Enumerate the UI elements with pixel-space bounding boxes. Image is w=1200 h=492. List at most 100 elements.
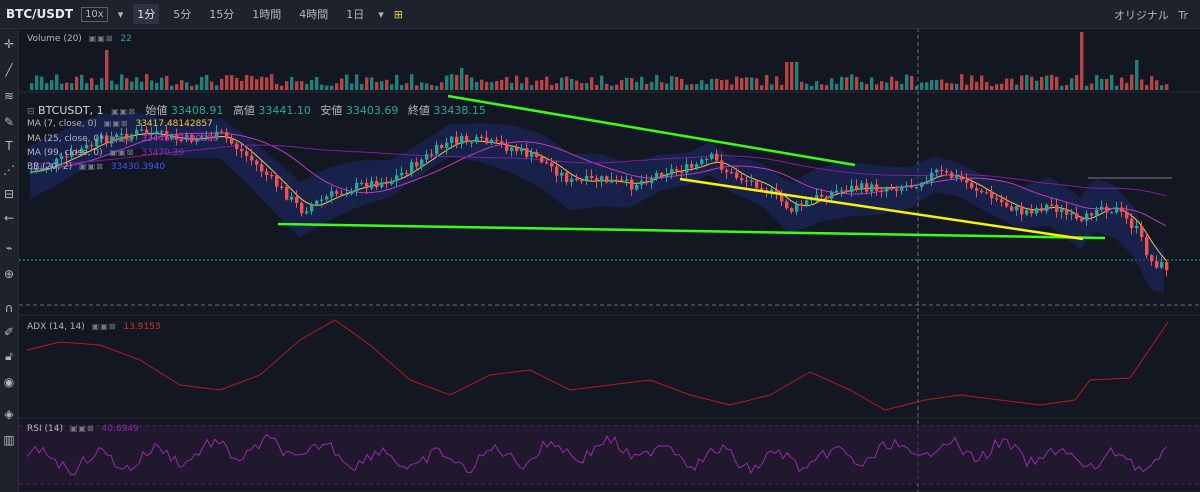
volume-bar	[675, 77, 679, 90]
bb-settings-icon[interactable]: ▣▣⊠	[79, 162, 104, 171]
timeframe-5m[interactable]: 5分	[169, 4, 195, 24]
volume-bar	[1045, 75, 1049, 90]
volume-bar	[565, 76, 569, 90]
sidebar-toggle-icon[interactable]: ⊟	[27, 107, 35, 117]
candle-body	[660, 173, 664, 177]
candle-body	[1120, 207, 1124, 212]
timeframe-1h[interactable]: 1時間	[248, 4, 285, 24]
timeframe-1m[interactable]: 1分	[133, 4, 160, 24]
candle-body	[795, 203, 799, 212]
ma7-legend: MA (7, close, 0) ▣▣⊠ 33417.48142857	[27, 119, 213, 129]
chart-canvas[interactable]	[19, 29, 1200, 492]
volume-bar	[1060, 85, 1064, 90]
volume-bar	[120, 74, 124, 90]
candle-body	[330, 191, 334, 197]
indicator-icon[interactable]: ⊞	[394, 8, 403, 21]
pencil-lock-icon[interactable]: ✐	[0, 325, 18, 339]
volume-bar	[870, 77, 874, 90]
leverage-badge[interactable]: 10x	[81, 6, 108, 22]
candle-body	[525, 148, 529, 157]
timeframe-15m[interactable]: 15分	[205, 4, 238, 24]
timeframe-dropdown-icon[interactable]: ▾	[378, 8, 384, 21]
candle-body	[410, 162, 414, 174]
volume-bar	[1155, 80, 1159, 90]
volume-label: Volume (20)	[27, 34, 82, 44]
chart-style-tradingview[interactable]: Tr	[1178, 9, 1188, 22]
ma99-settings-icon[interactable]: ▣▣⊠	[109, 148, 134, 157]
candle-body	[420, 159, 424, 167]
chevron-down-icon[interactable]: ▾	[118, 8, 124, 21]
magnet-icon[interactable]: ∩	[0, 301, 18, 315]
volume-bar	[335, 83, 339, 90]
volume-bar	[1020, 75, 1024, 90]
rsi-settings-icon[interactable]: ▣▣⊠	[70, 424, 95, 433]
adx-settings-icon[interactable]: ▣▣⊠	[92, 322, 117, 331]
symbol-settings-icon[interactable]: ▣▣⊠	[111, 107, 136, 116]
timeframe-1d[interactable]: 1日	[342, 4, 368, 24]
measure-icon[interactable]: ⊟	[0, 187, 18, 201]
candle-body	[875, 184, 879, 191]
volume-bar	[85, 83, 89, 90]
volume-bar	[785, 62, 789, 90]
ma25-settings-icon[interactable]: ▣▣⊠	[109, 134, 134, 143]
low-label: 安値	[320, 104, 343, 117]
candle-body	[645, 180, 649, 184]
volume-bar	[775, 76, 779, 90]
volume-bar	[945, 82, 949, 90]
layers-icon[interactable]: ◈	[0, 407, 18, 421]
open-value: 33408.91	[170, 104, 224, 117]
candle-body	[865, 183, 869, 192]
candle-body	[325, 196, 329, 200]
candle-body	[470, 142, 474, 144]
rsi-legend: RSI (14) ▣▣⊠ 40.6949	[27, 424, 139, 434]
ma7-value: 33417.48142857	[135, 119, 213, 129]
volume-bar	[515, 75, 519, 90]
ma7-settings-icon[interactable]: ▣▣⊠	[104, 119, 129, 128]
volume-bar	[1140, 79, 1144, 90]
volume-bar	[495, 81, 499, 90]
chart-style-original[interactable]: オリジナル	[1114, 9, 1169, 22]
candle-body	[840, 190, 844, 192]
candle-body	[545, 162, 549, 164]
text-icon[interactable]: T	[0, 139, 18, 153]
volume-bar	[125, 78, 129, 90]
volume-bar	[270, 74, 274, 90]
adx-line	[26, 319, 1169, 411]
brush-icon[interactable]: ✎	[0, 115, 18, 129]
lock-icon[interactable]: 🔓︎	[0, 349, 18, 363]
volume-bar	[935, 80, 939, 90]
candle-body	[520, 148, 524, 152]
back-arrow-icon[interactable]: ←	[0, 211, 18, 225]
trend-line-icon[interactable]: ╱	[0, 63, 18, 77]
candle-body	[1105, 206, 1109, 213]
candle-body	[515, 147, 519, 152]
pattern-icon[interactable]: ⋰	[0, 163, 18, 177]
zoom-icon[interactable]: ⊕	[0, 267, 18, 281]
ruler-icon[interactable]: ⌁	[0, 241, 18, 255]
ma99-value: 33470.39	[141, 148, 185, 158]
symbol-name[interactable]: BTC/USDT	[6, 7, 73, 21]
candle-body	[880, 190, 884, 192]
candle-body	[340, 193, 344, 195]
fib-icon[interactable]: ≋	[0, 89, 18, 103]
candle-body	[590, 176, 594, 178]
candle-body	[370, 181, 374, 189]
volume-bar	[840, 76, 844, 90]
timeframe-4h[interactable]: 4時間	[295, 4, 332, 24]
volume-settings-icon[interactable]: ▣▣⊠	[89, 34, 114, 43]
crosshair-icon[interactable]: ✛	[0, 37, 18, 51]
candle-body	[825, 196, 829, 199]
candle-body	[870, 184, 874, 192]
candle-body	[460, 135, 464, 144]
volume-bar	[1065, 85, 1069, 90]
ma25-label: MA (25, close, 0)	[27, 134, 103, 144]
trash-icon[interactable]: ▥	[0, 433, 18, 447]
volume-bar	[110, 80, 114, 90]
volume-bar	[940, 79, 944, 90]
candle-body	[755, 180, 759, 189]
volume-bar	[700, 80, 704, 90]
candle-body	[400, 172, 404, 176]
eye-icon[interactable]: ◉	[0, 375, 18, 389]
volume-bar	[210, 81, 214, 90]
low-value: 33403.69	[345, 104, 399, 117]
